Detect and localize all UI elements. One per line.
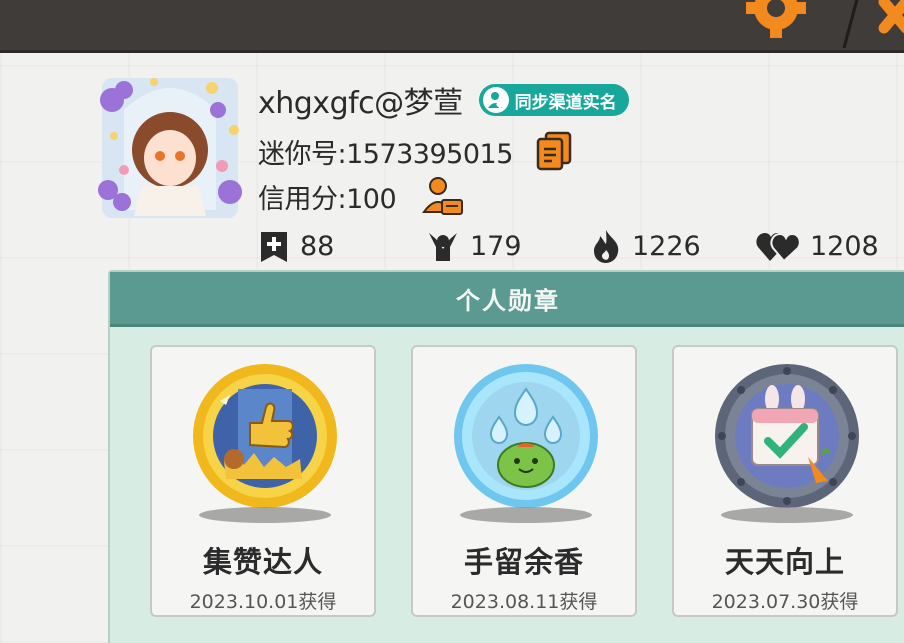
- stat-value: 88: [300, 230, 335, 262]
- mini-id: 迷你号:1573395015: [258, 138, 513, 170]
- stat-fans[interactable]: 179: [426, 226, 522, 266]
- gold-thumbs-up-medal-icon: [193, 364, 337, 508]
- stats-row: 88 179 1226 1208: [258, 226, 898, 266]
- username-row: xhgxgfc@梦萱 同步渠道实名: [258, 78, 629, 122]
- crystal-water-drops-medal-icon: [454, 364, 598, 508]
- steel-calendar-check-medal-icon: [715, 364, 859, 508]
- badge-name: 集赞达人: [202, 545, 323, 579]
- credit-user-card-icon[interactable]: [422, 176, 464, 216]
- verify-label: 同步渠道实名: [514, 92, 617, 113]
- post-plus-icon: [261, 232, 287, 262]
- credit-score: 信用分:100: [258, 183, 397, 215]
- badge-card[interactable]: 天天向上 2023.07.30获得: [672, 345, 898, 617]
- badges-panel-title: 个人勋章: [456, 286, 560, 315]
- credit-row: 信用分:100: [258, 175, 464, 217]
- medal-shadow: [460, 507, 592, 523]
- username: xhgxgfc@梦萱: [258, 86, 463, 121]
- stat-value: 1226: [632, 230, 701, 262]
- badge-card[interactable]: 手留余香 2023.08.11获得: [411, 345, 637, 617]
- medal-shadow: [199, 507, 331, 523]
- badge-name: 手留余香: [463, 545, 584, 579]
- fans-icon: [429, 233, 457, 261]
- verify-realname-button[interactable]: 同步渠道实名: [478, 84, 629, 116]
- top-bar: [0, 0, 904, 53]
- badge-date: 2023.08.11获得: [450, 591, 598, 613]
- badge-card[interactable]: 集赞达人 2023.10.01获得: [150, 345, 376, 617]
- medal-shadow: [721, 507, 853, 523]
- user-verify-icon: [482, 87, 509, 113]
- stat-value: 1208: [810, 230, 879, 262]
- badge-name: 天天向上: [724, 545, 845, 579]
- badge-date: 2023.07.30获得: [711, 591, 859, 613]
- hearts-icon: [756, 232, 800, 263]
- settings-gear-icon[interactable]: [744, 0, 808, 40]
- close-button[interactable]: [826, 0, 904, 48]
- user-avatar[interactable]: [94, 70, 246, 220]
- badge-date: 2023.10.01获得: [189, 591, 337, 613]
- fire-icon: [594, 230, 619, 263]
- stat-posts[interactable]: 88: [258, 226, 334, 266]
- stat-value: 179: [470, 230, 522, 262]
- stat-popularity[interactable]: 1226: [590, 226, 701, 266]
- mini-id-row: 迷你号:1573395015: [258, 130, 573, 172]
- badges-panel-header: 个人勋章: [110, 272, 904, 327]
- copy-icon[interactable]: [535, 131, 573, 171]
- stat-likes[interactable]: 1208: [756, 226, 879, 266]
